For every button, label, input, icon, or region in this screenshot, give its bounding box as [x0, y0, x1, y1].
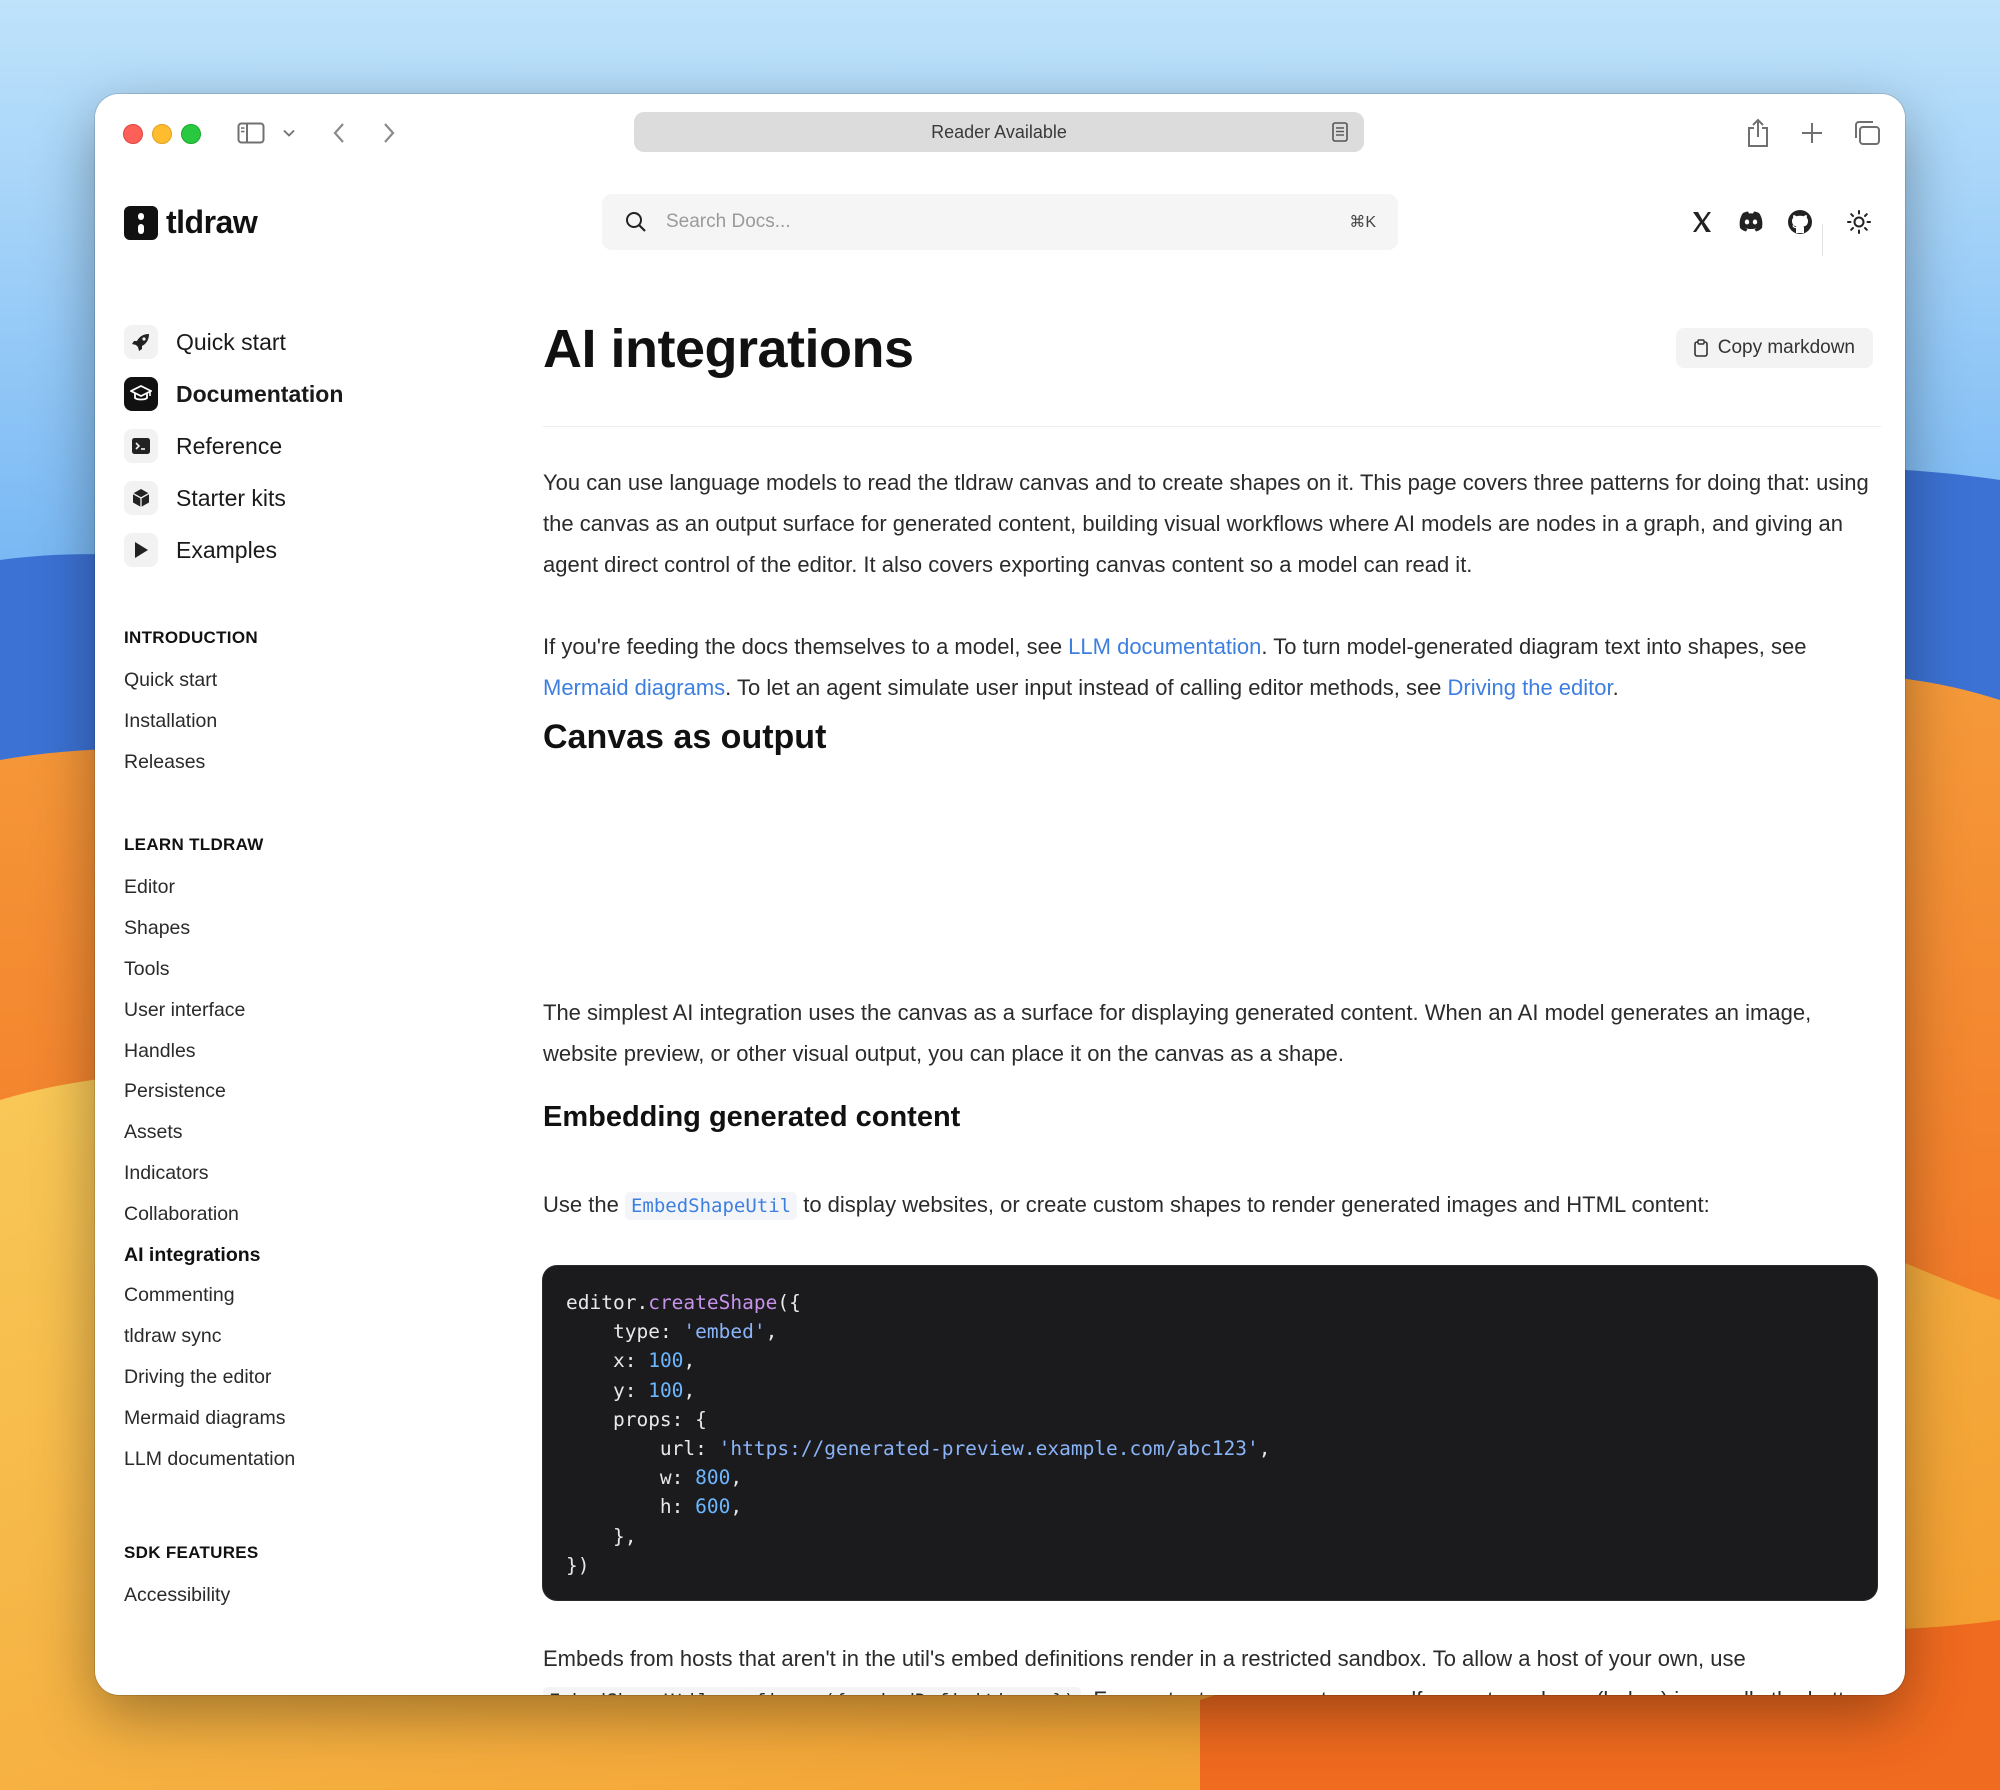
- nav-item-handles[interactable]: Handles: [124, 1031, 504, 1072]
- canvas-paragraph: The simplest AI integration uses the can…: [543, 1000, 1812, 1066]
- search-icon: [626, 212, 646, 232]
- new-tab-icon[interactable]: [1797, 116, 1827, 150]
- reader-icon[interactable]: [1332, 122, 1348, 147]
- x-icon[interactable]: [1686, 206, 1718, 238]
- nav-item-mermaid-diagrams[interactable]: Mermaid diagrams: [124, 1398, 504, 1439]
- box-icon: [124, 481, 158, 515]
- search-shortcut: ⌘K: [1349, 214, 1376, 231]
- sandbox-paragraph: Embeds from hosts that aren't in the uti…: [543, 1638, 1879, 1695]
- primary-nav-documentation[interactable]: Documentation: [124, 368, 504, 420]
- driving-the-editor-link[interactable]: Driving the editor: [1448, 675, 1613, 700]
- address-text: Reader Available: [931, 121, 1067, 142]
- title-divider: [543, 426, 1881, 427]
- nav-item-user-interface[interactable]: User interface: [124, 990, 504, 1031]
- intro-paragraph: You can use language models to read the …: [543, 470, 1869, 577]
- theme-toggle-sun-icon[interactable]: [1843, 206, 1875, 238]
- primary-nav-reference[interactable]: Reference: [124, 420, 504, 472]
- nav-item-persistence[interactable]: Persistence: [124, 1071, 504, 1112]
- browser-window: Reader Available tldraw ⌘K: [95, 94, 1905, 1695]
- clipboard-icon: [1693, 339, 1708, 357]
- play-icon: [124, 533, 158, 567]
- section-heading-learn-tldraw: LEARN TLDRAW: [124, 835, 264, 855]
- page-title: AI integrations: [543, 319, 914, 379]
- nav-item-tldraw-sync[interactable]: tldraw sync: [124, 1316, 504, 1357]
- nav-item-indicators[interactable]: Indicators: [124, 1153, 504, 1194]
- site-header: tldraw ⌘K: [95, 170, 1905, 274]
- primary-nav-starter-kits[interactable]: Starter kits: [124, 472, 504, 524]
- zoom-window-button[interactable]: [181, 124, 201, 144]
- nav-item-assets[interactable]: Assets: [124, 1112, 504, 1153]
- nav-item-editor[interactable]: Editor: [124, 867, 504, 908]
- primary-nav-quick-start[interactable]: Quick start: [124, 316, 504, 368]
- header-divider: [1822, 224, 1823, 256]
- browser-toolbar: Reader Available: [95, 94, 1905, 170]
- sidebar: Quick start Documentation Reference Star…: [124, 316, 504, 1616]
- heading-canvas-as-output: Canvas as output: [543, 718, 827, 757]
- search-input[interactable]: [664, 210, 1288, 234]
- nav-item-commenting[interactable]: Commenting: [124, 1275, 504, 1316]
- minimize-window-button[interactable]: [152, 124, 172, 144]
- heading-embedding-generated-content: Embedding generated content: [543, 1101, 961, 1133]
- nav-item-tools[interactable]: Tools: [124, 949, 504, 990]
- github-icon[interactable]: [1784, 206, 1816, 238]
- related-docs-paragraph: If you're feeding the docs themselves to…: [543, 634, 1807, 700]
- search-box[interactable]: ⌘K: [602, 194, 1398, 250]
- terminal-icon: [124, 429, 158, 463]
- primary-nav-examples[interactable]: Examples: [124, 524, 504, 576]
- close-window-button[interactable]: [123, 124, 143, 144]
- share-icon[interactable]: [1743, 116, 1773, 150]
- section-heading-introduction: INTRODUCTION: [124, 628, 258, 647]
- back-arrow-icon[interactable]: [329, 116, 349, 150]
- forward-arrow-icon[interactable]: [379, 116, 399, 150]
- nav-item-driving-the-editor[interactable]: Driving the editor: [124, 1357, 504, 1398]
- logo[interactable]: tldraw: [124, 204, 258, 241]
- section-heading-sdk-features: SDK FEATURES: [124, 1543, 259, 1563]
- nav-item-shapes[interactable]: Shapes: [124, 908, 504, 949]
- configure-code[interactable]: EmbedShapeUtil.configure({ embedDefiniti…: [543, 1687, 1082, 1695]
- address-bar[interactable]: Reader Available: [634, 112, 1364, 152]
- nav-item-llm-documentation[interactable]: LLM documentation: [124, 1439, 504, 1480]
- embed-paragraph: Use the EmbedShapeUtil to display websit…: [543, 1184, 1879, 1227]
- tldraw-logo-icon: [124, 205, 158, 240]
- copy-markdown-button[interactable]: Copy markdown: [1675, 328, 1873, 368]
- nav-item-releases[interactable]: Releases: [124, 742, 504, 783]
- chevron-down-icon[interactable]: [281, 116, 297, 150]
- embed-shape-util-code[interactable]: EmbedShapeUtil: [624, 1192, 798, 1220]
- nav-item-collaboration[interactable]: Collaboration: [124, 1194, 504, 1235]
- tab-overview-icon[interactable]: [1851, 116, 1883, 150]
- llm-documentation-link[interactable]: LLM documentation: [1068, 634, 1261, 659]
- nav-item-ai-integrations[interactable]: AI integrations: [124, 1235, 504, 1276]
- rocket-icon: [124, 325, 158, 359]
- code-block: editor.createShape({ type: 'embed', x: 1…: [543, 1266, 1877, 1600]
- nav-item-quick-start[interactable]: Quick start: [124, 660, 504, 701]
- mermaid-diagrams-link[interactable]: Mermaid diagrams: [543, 675, 725, 700]
- sidebar-toggle-icon[interactable]: [235, 116, 267, 150]
- nav-item-accessibility[interactable]: Accessibility: [124, 1575, 504, 1616]
- graduation-cap-icon: [124, 377, 158, 411]
- nav-item-installation[interactable]: Installation: [124, 701, 504, 742]
- discord-icon[interactable]: [1735, 206, 1767, 238]
- logo-text: tldraw: [166, 204, 258, 240]
